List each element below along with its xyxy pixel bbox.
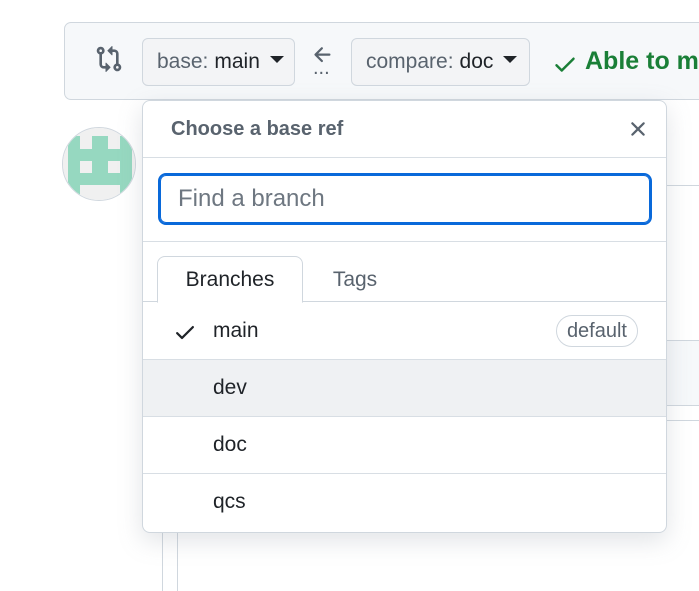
compare-range-bar: base: main ... compare: doc Able to me: [64, 22, 699, 100]
git-compare-icon: [96, 46, 122, 72]
background-divider: [664, 420, 699, 421]
base-prefix: base:: [157, 50, 209, 73]
base-ref-dropdown: Choose a base ref Branches Tags main def…: [142, 100, 667, 533]
ref-type-tabs: Branches Tags: [143, 242, 666, 303]
base-ref-name: main: [214, 50, 260, 73]
branch-list: main default dev doc qcs: [143, 303, 666, 531]
compare-page: base: main ... compare: doc Able to me: [0, 0, 699, 591]
compare-branch-button[interactable]: compare: doc: [351, 38, 530, 86]
branch-item-main[interactable]: main default: [143, 303, 666, 360]
dropdown-header: Choose a base ref: [143, 101, 666, 158]
branch-name: doc: [213, 433, 247, 456]
merge-status-text: Able to me: [585, 47, 699, 75]
identicon-image: [63, 128, 135, 200]
close-icon[interactable]: [626, 117, 650, 141]
range-ellipsis: ...: [313, 57, 330, 79]
branch-name: dev: [213, 376, 247, 399]
branch-name: main: [213, 319, 259, 342]
background-divider: [664, 185, 699, 186]
caret-down-icon: [503, 55, 518, 63]
branch-item-qcs[interactable]: qcs: [143, 474, 666, 531]
branch-item-doc[interactable]: doc: [143, 417, 666, 474]
caret-down-icon: [269, 55, 284, 63]
default-badge: default: [555, 315, 638, 347]
avatar[interactable]: [62, 127, 136, 201]
base-branch-button[interactable]: base: main: [142, 38, 295, 86]
check-icon: [176, 326, 194, 340]
compare-prefix: compare:: [366, 50, 454, 73]
branch-item-dev[interactable]: dev: [143, 360, 666, 417]
check-icon: [555, 57, 575, 72]
dropdown-filter: [143, 158, 666, 242]
branch-name: qcs: [213, 490, 246, 513]
dropdown-title: Choose a base ref: [171, 118, 344, 140]
tab-tags[interactable]: Tags: [313, 256, 397, 303]
background-panel: [664, 340, 699, 406]
compare-ref-name: doc: [459, 50, 494, 73]
tab-branches[interactable]: Branches: [157, 256, 303, 303]
branch-search-input[interactable]: [158, 173, 652, 225]
